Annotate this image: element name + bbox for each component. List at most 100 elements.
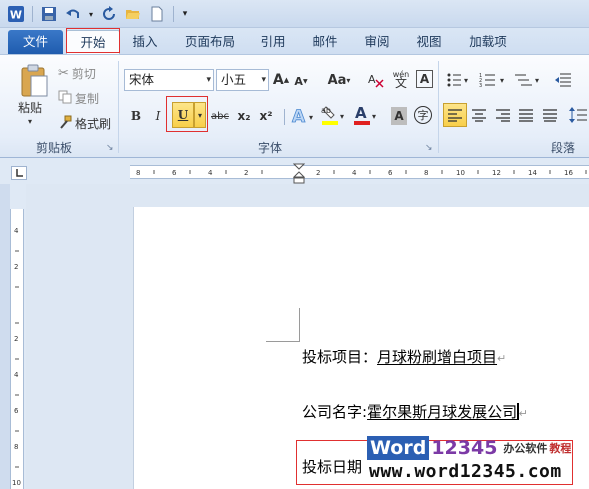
svg-text:4: 4 [208, 169, 213, 177]
font-dialog-launcher-icon[interactable]: ↘ [425, 143, 433, 153]
save-icon[interactable] [39, 4, 59, 24]
watermark-cn: 办公软件 [503, 442, 548, 455]
svg-text:12: 12 [492, 169, 501, 177]
align-left-icon[interactable] [443, 103, 467, 127]
shrink-font-button[interactable]: A ▼ [294, 73, 308, 89]
copy-label: 复制 [75, 92, 100, 106]
svg-text:ab: ab [321, 106, 331, 115]
svg-text:10: 10 [456, 169, 465, 177]
tab-selector-icon[interactable] [11, 166, 27, 180]
scissors-icon: ✂ [58, 66, 69, 81]
text-effects-icon[interactable]: A ▾ [290, 105, 318, 127]
watermark-number: 12345 [431, 437, 498, 459]
doc-line-company[interactable]: 公司名字:霍尔果斯月球发展公司 ↵ [302, 401, 528, 422]
svg-text:2: 2 [14, 335, 18, 343]
highlight-color-icon[interactable]: ab ▾ [320, 103, 348, 127]
svg-text:3: 3 [479, 83, 482, 88]
superscript-button[interactable]: x² [257, 107, 275, 125]
quick-access-toolbar: W ▾ ▾ [6, 4, 190, 24]
tab-view[interactable]: 视图 [414, 30, 444, 54]
clipboard-dialog-launcher-icon[interactable]: ↘ [106, 143, 114, 153]
tab-file[interactable]: 文件 [8, 30, 63, 54]
tab-mailings[interactable]: 邮件 [310, 30, 340, 54]
clear-formatting-icon[interactable]: A [366, 70, 386, 90]
svg-text:A: A [355, 104, 367, 122]
character-border-button[interactable]: A [416, 70, 433, 88]
copy-icon [58, 90, 72, 107]
tab-references[interactable]: 引用 [258, 30, 288, 54]
paste-button[interactable]: 粘贴 [18, 99, 42, 116]
customize-qat-icon[interactable]: ▾ [180, 4, 190, 24]
word-app-icon[interactable]: W [6, 4, 26, 24]
italic-button[interactable]: I [151, 107, 165, 125]
change-case-button[interactable]: Aa ▾ [325, 71, 353, 89]
font-color-icon[interactable]: A ▾ [352, 103, 380, 127]
left-strip [0, 184, 10, 489]
align-center-icon[interactable] [470, 107, 488, 123]
highlight-box-home-tab [66, 28, 120, 53]
cut-button[interactable]: ✂ 剪切 [58, 65, 96, 82]
font-size-value: 小五 [221, 72, 247, 87]
undo-dropdown-icon[interactable]: ▾ [87, 4, 95, 24]
svg-text:2: 2 [14, 263, 18, 271]
grow-font-icon: A [272, 72, 284, 88]
ribbon: 粘贴 ▾ ✂ 剪切 复制 格式刷 剪贴板 ↘ 宋体 ▾ 小五 ▾ A ▲ A ▼ A… [0, 54, 589, 158]
clipboard-group-label: 剪贴板 [36, 141, 73, 155]
horizontal-ruler[interactable]: 8 6 4 2 2 4 6 8 10 12 14 16 [130, 165, 589, 179]
watermark-logo: Word 12345 办公软件 教程 [367, 436, 571, 460]
undo-icon[interactable] [63, 4, 83, 24]
doc-line-project[interactable]: 投标项目：月球粉刷增白项目↵ [302, 346, 506, 367]
svg-text:▾: ▾ [535, 76, 539, 85]
multilevel-list-icon[interactable]: ▾ [514, 71, 544, 89]
tab-review[interactable]: 审阅 [362, 30, 392, 54]
svg-text:8: 8 [424, 169, 428, 177]
company-value: 霍尔果斯月球发展公司 [367, 403, 518, 421]
font-name-combo[interactable]: 宋体 ▾ [124, 69, 214, 91]
phonetic-guide-button[interactable]: wén 文 [390, 67, 412, 91]
svg-text:▾: ▾ [464, 76, 468, 85]
numbering-icon[interactable]: 1 2 3 ▾ [479, 71, 509, 89]
tab-page-layout[interactable]: 页面布局 [182, 30, 238, 54]
svg-text:16: 16 [564, 169, 573, 177]
distributed-align-icon[interactable] [541, 107, 559, 123]
tab-addins[interactable]: 加载项 [466, 30, 510, 54]
grow-font-button[interactable]: A ▲ [273, 71, 289, 89]
svg-text:6: 6 [14, 407, 19, 415]
font-group-label: 字体 [258, 141, 283, 155]
open-folder-icon[interactable] [123, 4, 143, 24]
svg-text:4: 4 [14, 227, 19, 235]
paste-dropdown-icon[interactable]: ▾ [28, 117, 32, 126]
shrink-font-icon: A [294, 74, 303, 88]
svg-text:8: 8 [136, 169, 140, 177]
margin-corner-mark [299, 308, 300, 341]
strikethrough-button[interactable]: abc [210, 107, 230, 125]
line-spacing-icon[interactable] [568, 105, 588, 125]
svg-text:▾: ▾ [500, 76, 504, 85]
svg-text:4: 4 [14, 371, 19, 379]
character-shading-icon[interactable]: A [391, 107, 407, 125]
tab-insert[interactable]: 插入 [129, 30, 161, 54]
vertical-ruler[interactable]: 4 2 2 4 6 8 10 [10, 209, 24, 489]
subscript-button[interactable]: x₂ [235, 107, 253, 125]
svg-text:6: 6 [388, 169, 393, 177]
watermark-word: Word [367, 436, 430, 460]
enclose-characters-icon[interactable]: 字 [414, 106, 432, 124]
svg-text:8: 8 [14, 443, 18, 451]
redo-icon[interactable] [99, 4, 119, 24]
justify-icon[interactable] [517, 107, 535, 123]
svg-text:W: W [10, 9, 22, 22]
company-label: 公司名字: [302, 403, 368, 421]
bullets-icon[interactable]: ▾ [446, 71, 472, 89]
align-right-icon[interactable] [494, 107, 512, 123]
margin-corner-mark [266, 341, 300, 342]
paragraph-mark: ↵ [497, 352, 507, 365]
copy-button[interactable]: 复制 [58, 90, 99, 107]
change-case-icon: Aa [327, 72, 347, 88]
watermark-cn-red: 教程 [549, 442, 572, 455]
font-size-combo[interactable]: 小五 ▾ [216, 69, 269, 91]
decrease-indent-icon[interactable] [553, 71, 573, 89]
format-painter-button[interactable]: 格式刷 [58, 115, 111, 132]
new-doc-icon[interactable] [147, 4, 167, 24]
bold-button[interactable]: B [129, 107, 143, 125]
paste-icon[interactable] [18, 61, 50, 101]
